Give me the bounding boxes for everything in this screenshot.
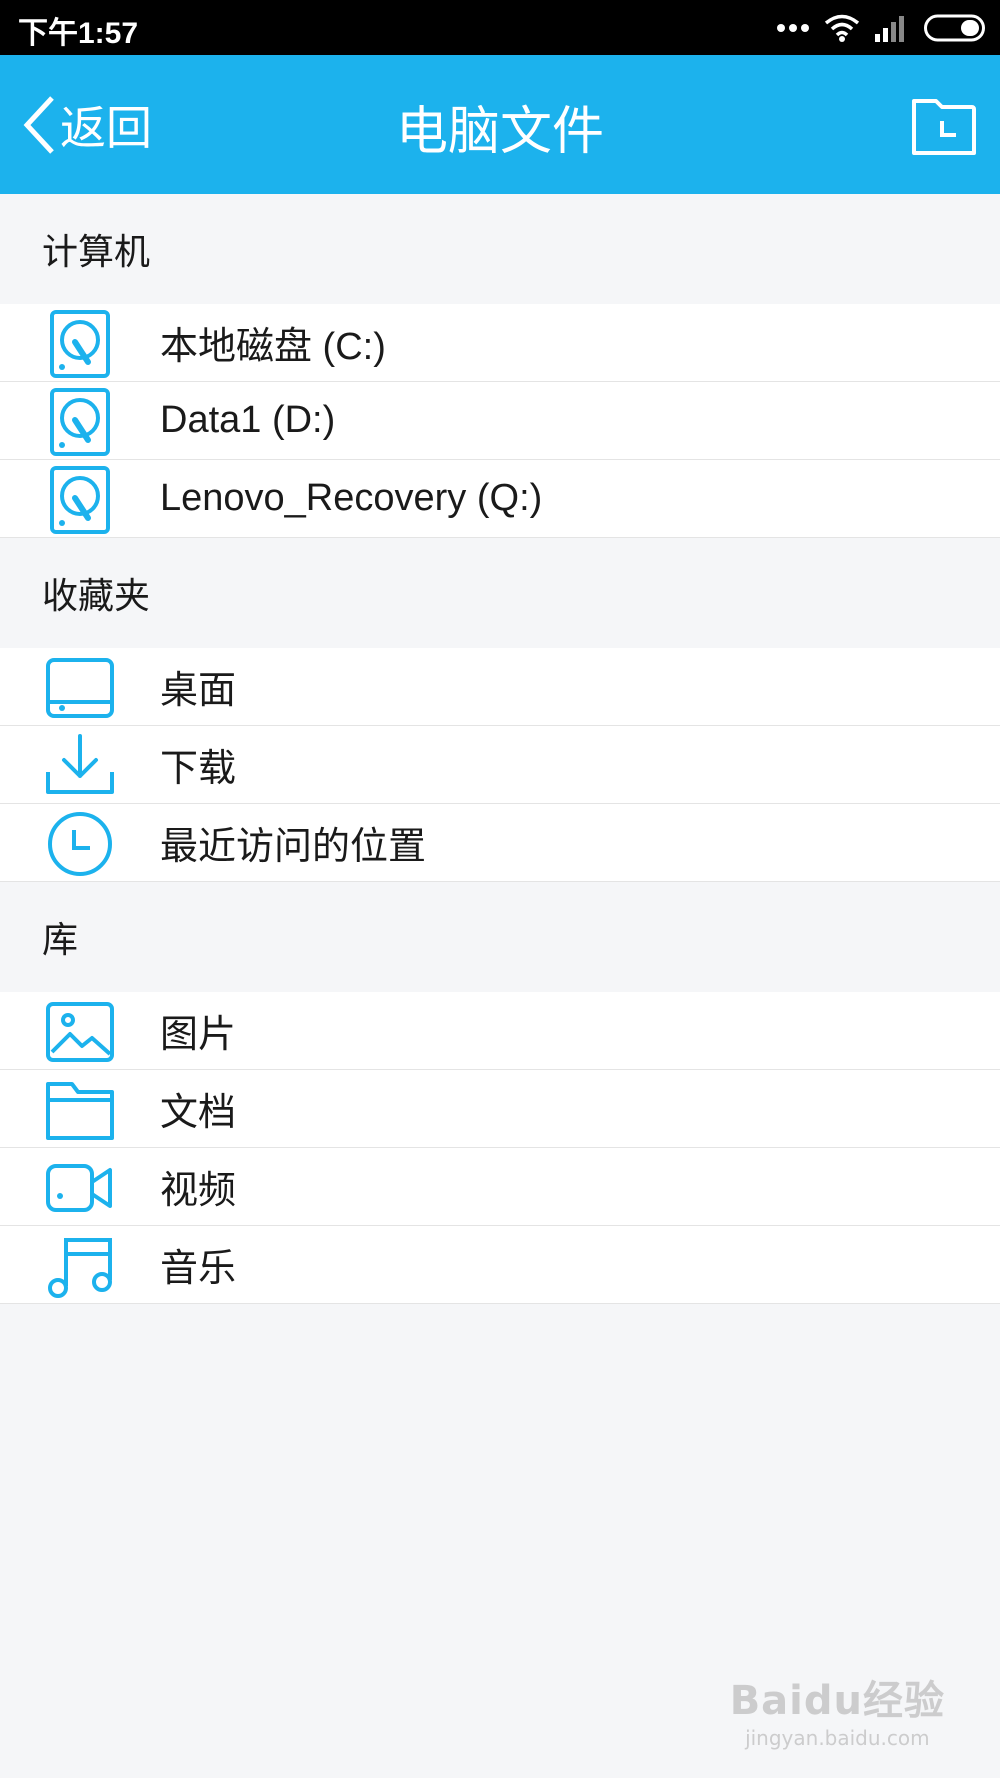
list-item-download[interactable]: 下载 [0, 726, 1000, 804]
list-item-drive-d[interactable]: Data1 (D:) [0, 382, 1000, 460]
music-icon [48, 1238, 112, 1298]
clock-icon [48, 812, 112, 876]
list-item-music[interactable]: 音乐 [0, 1226, 1000, 1304]
item-label: 音乐 [160, 1248, 237, 1290]
nav-bar: 返回 电脑文件 [0, 55, 1000, 194]
picture-icon [46, 1002, 114, 1062]
disk-icon [50, 466, 110, 534]
section-header-favorites: 收藏夹 [42, 576, 151, 617]
watermark-brand: Baidu经验 [729, 1678, 945, 1724]
item-label: 本地磁盘 (C:) [160, 326, 386, 368]
status-bar: 下午1:57 [0, 0, 1000, 55]
folder-icon [46, 1082, 114, 1140]
list-item-videos[interactable]: 视频 [0, 1148, 1000, 1226]
wifi-icon [824, 14, 860, 42]
item-label: 最近访问的位置 [160, 826, 427, 868]
more-dots-icon [777, 24, 809, 32]
back-label: 返回 [60, 101, 152, 155]
item-label: Data1 (D:) [160, 399, 336, 441]
list-item-drive-q[interactable]: Lenovo_Recovery (Q:) [0, 460, 1000, 538]
disk-icon [50, 310, 110, 378]
back-button[interactable]: 返回 [22, 93, 152, 157]
list-item-desktop[interactable]: 桌面 [0, 648, 1000, 726]
download-icon [46, 734, 114, 794]
item-label: 下载 [160, 748, 237, 790]
recent-folder-icon[interactable] [910, 93, 978, 157]
item-label: 视频 [160, 1170, 237, 1212]
section-header-library: 库 [42, 920, 79, 961]
list-item-pictures[interactable]: 图片 [0, 992, 1000, 1070]
baidu-watermark: Baidu经验 jingyan.baidu.com [730, 1668, 945, 1750]
system-icons [776, 12, 986, 44]
desktop-icon [46, 658, 114, 718]
section-header-computer: 计算机 [42, 232, 151, 273]
item-label: 图片 [160, 1014, 237, 1056]
list-item-drive-c[interactable]: 本地磁盘 (C:) [0, 304, 1000, 382]
status-time: 下午1:57 [18, 17, 139, 50]
battery-icon [924, 14, 985, 42]
item-label: 文档 [160, 1092, 237, 1134]
list-item-recent-places[interactable]: 最近访问的位置 [0, 804, 1000, 882]
signal-icon [875, 16, 904, 42]
item-label: 桌面 [160, 670, 237, 712]
video-icon [46, 1164, 112, 1212]
watermark-url: jingyan.baidu.com [745, 1726, 930, 1750]
chevron-left-icon [23, 96, 54, 154]
disk-icon [50, 388, 110, 456]
list-item-documents[interactable]: 文档 [0, 1070, 1000, 1148]
item-label: Lenovo_Recovery (Q:) [160, 477, 543, 519]
